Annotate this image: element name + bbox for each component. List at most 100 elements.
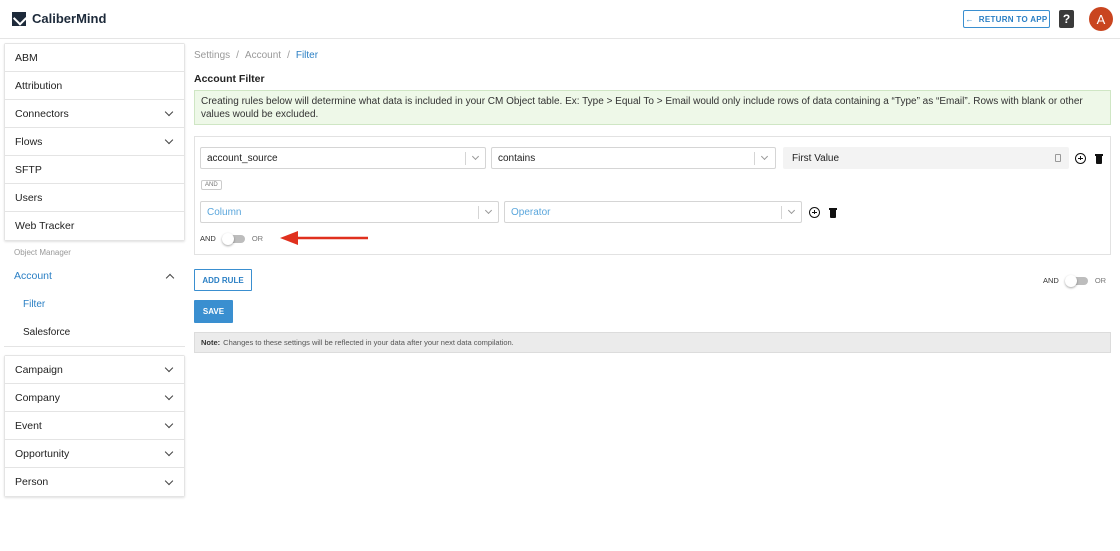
sidebar-item-sftp[interactable]: SFTP — [5, 156, 184, 184]
sidebar-item-person[interactable]: Person — [5, 468, 184, 496]
chevron-down-icon — [760, 152, 769, 161]
calibermind-logo-icon — [12, 11, 26, 26]
sidebar-item-label: Event — [15, 419, 42, 432]
select-separator — [781, 206, 782, 219]
and-or-switch[interactable] — [221, 232, 245, 245]
return-to-app-button[interactable]: ← RETURN TO APP — [963, 10, 1050, 28]
chevron-down-icon — [164, 447, 174, 457]
note-text: Changes to these settings will be reflec… — [223, 338, 514, 347]
note-label: Note: — [201, 338, 221, 347]
breadcrumb-settings[interactable]: Settings — [194, 50, 230, 61]
toggle-or-label: OR — [1094, 276, 1107, 285]
breadcrumb-account[interactable]: Account — [245, 50, 281, 61]
sidebar-item-label: SFTP — [15, 163, 42, 176]
main-content: Settings / Account / Filter Account Filt… — [194, 43, 1111, 353]
delete-icon[interactable] — [829, 208, 837, 218]
sidebar: ABM Attribution Connectors Flows SFTP Us… — [4, 43, 185, 497]
sidebar-item-campaign[interactable]: Campaign — [5, 356, 184, 384]
sidebar-objects-group: Campaign Company Event Opportunity Perso… — [4, 355, 185, 497]
add-condition-icon[interactable] — [1075, 153, 1086, 164]
breadcrumb-filter: Filter — [295, 49, 319, 61]
and-or-toggle[interactable]: AND OR — [200, 232, 264, 245]
arrow-left-icon: ← — [965, 14, 974, 24]
chevron-down-icon — [164, 135, 174, 145]
sidebar-item-opportunity[interactable]: Opportunity — [5, 440, 184, 468]
sidebar-settings-group: ABM Attribution Connectors Flows SFTP Us… — [4, 43, 185, 241]
sidebar-item-label: Company — [15, 391, 60, 404]
sidebar-item-event[interactable]: Event — [5, 412, 184, 440]
operator-select-value: contains — [498, 152, 536, 164]
global-and-or-toggle[interactable]: AND OR — [1043, 274, 1107, 287]
and-chip: AND — [201, 180, 222, 190]
add-condition-icon[interactable] — [809, 207, 820, 218]
sidebar-item-abm[interactable]: ABM — [5, 44, 184, 72]
column-placeholder: Column — [207, 206, 242, 218]
object-manager-heading: Object Manager — [14, 247, 71, 257]
sidebar-item-label: Web Tracker — [15, 220, 75, 232]
return-to-app-label: RETURN TO APP — [978, 14, 1048, 24]
value-input-text: First Value — [792, 152, 840, 164]
sidebar-item-web-tracker[interactable]: Web Tracker — [5, 212, 184, 240]
chevron-down-icon — [164, 419, 174, 429]
chevron-down-icon — [787, 206, 796, 215]
sidebar-item-company[interactable]: Company — [5, 384, 184, 412]
toggle-and-label: AND — [1043, 276, 1059, 285]
and-or-switch[interactable] — [1064, 274, 1088, 287]
delete-icon[interactable] — [1095, 154, 1103, 164]
page-title: Account Filter — [194, 73, 265, 85]
sidebar-item-label: Person — [15, 476, 49, 488]
sidebar-item-flows[interactable]: Flows — [5, 128, 184, 156]
app-logo[interactable]: CaliberMind — [12, 11, 106, 26]
operator-select-empty[interactable]: Operator — [504, 201, 802, 223]
sidebar-subitem-label: Salesforce — [23, 326, 71, 338]
sidebar-item-label: Flows — [15, 135, 43, 148]
column-select-empty[interactable]: Column — [200, 201, 499, 223]
select-separator — [754, 152, 755, 165]
red-arrow-annotation — [280, 231, 368, 245]
rule-group: account_source contains First Value AND … — [194, 136, 1111, 255]
sidebar-item-label: Attribution — [15, 79, 63, 92]
app-name: CaliberMind — [32, 11, 107, 26]
sidebar-item-account[interactable]: Account — [4, 262, 185, 290]
top-bar: CaliberMind ← RETURN TO APP ? A — [0, 0, 1120, 39]
help-icon[interactable]: ? — [1059, 10, 1074, 28]
breadcrumb: Settings / Account / Filter — [194, 43, 1111, 67]
sidebar-item-label: Opportunity — [15, 447, 70, 460]
select-separator — [465, 152, 466, 165]
sidebar-item-label: Connectors — [15, 107, 69, 120]
sidebar-item-connectors[interactable]: Connectors — [5, 100, 184, 128]
toggle-or-label: OR — [251, 234, 264, 243]
sidebar-item-attribution[interactable]: Attribution — [5, 72, 184, 100]
chevron-down-icon — [484, 206, 493, 215]
breadcrumb-separator: / — [236, 49, 239, 61]
toggle-and-label: AND — [200, 234, 216, 243]
info-banner: Creating rules below will determine what… — [194, 90, 1111, 125]
sidebar-item-label: Campaign — [15, 363, 63, 376]
sidebar-subitem-label: Filter — [23, 298, 46, 310]
operator-select[interactable]: contains — [491, 147, 776, 169]
sidebar-item-users[interactable]: Users — [5, 184, 184, 212]
chevron-down-icon — [164, 107, 174, 117]
value-input[interactable]: First Value — [783, 147, 1069, 169]
column-select-value: account_source — [207, 152, 278, 164]
column-select[interactable]: account_source — [200, 147, 486, 169]
sidebar-item-label: Users — [15, 191, 43, 204]
sidebar-item-label: ABM — [15, 51, 38, 64]
note-banner: Note: Changes to these settings will be … — [194, 332, 1111, 353]
select-separator — [478, 206, 479, 219]
sidebar-item-label: Account — [14, 270, 52, 282]
operator-placeholder: Operator — [511, 206, 551, 218]
chevron-up-icon — [165, 273, 175, 282]
text-field-icon — [1055, 154, 1061, 162]
chevron-down-icon — [164, 391, 174, 401]
chevron-down-icon — [164, 363, 174, 373]
add-rule-button[interactable]: ADD RULE — [194, 269, 252, 291]
avatar[interactable]: A — [1089, 7, 1113, 31]
sidebar-subitem-filter[interactable]: Filter — [4, 290, 185, 318]
breadcrumb-separator: / — [287, 49, 290, 61]
save-button[interactable]: SAVE — [194, 300, 233, 323]
sidebar-account-group: Account Filter Salesforce — [4, 262, 185, 347]
chevron-down-icon — [471, 152, 480, 161]
chevron-down-icon — [164, 476, 174, 485]
sidebar-subitem-salesforce[interactable]: Salesforce — [4, 318, 185, 346]
